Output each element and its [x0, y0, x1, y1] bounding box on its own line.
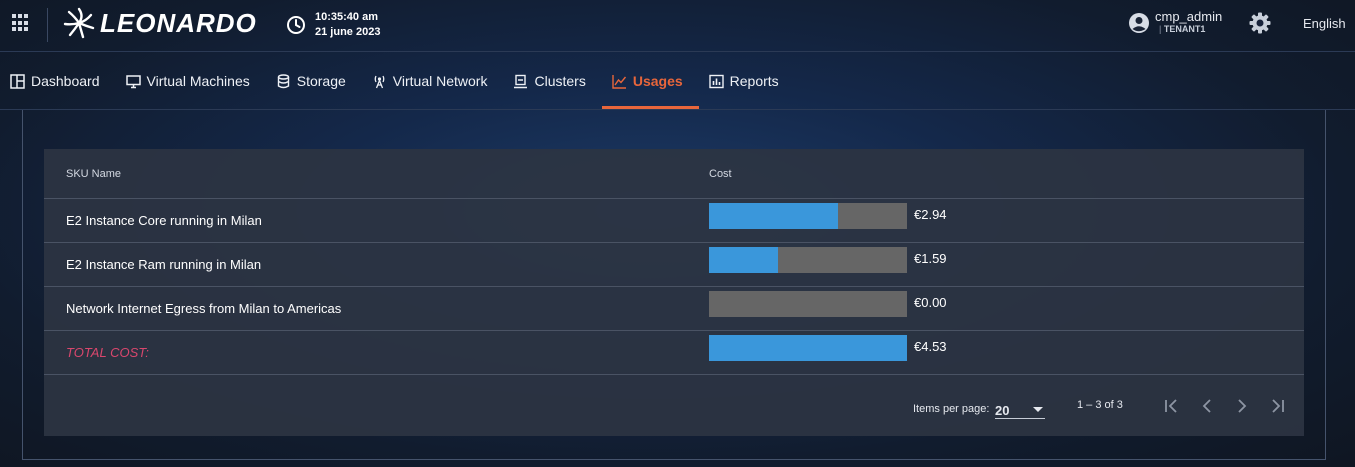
clock-icon — [287, 16, 305, 34]
sku-name-cell: E2 Instance Ram running in Milan — [66, 257, 262, 272]
nav-clusters[interactable]: Clusters — [503, 53, 601, 109]
nav-reports[interactable]: Reports — [699, 53, 795, 109]
nav-clusters-label: Clusters — [534, 73, 586, 89]
nav-storage-label: Storage — [296, 73, 346, 89]
current-date: 21 june 2023 — [315, 26, 381, 38]
first-page-icon — [1165, 399, 1177, 413]
previous-page-button[interactable] — [1196, 395, 1218, 417]
settings-gear-icon[interactable] — [1248, 11, 1272, 35]
chevron-left-icon — [1202, 399, 1211, 413]
table-header: SKU Name Cost — [44, 149, 1304, 199]
chevron-right-icon — [1238, 399, 1247, 413]
nav-storage[interactable]: Storage — [266, 53, 362, 109]
cluster-icon — [514, 74, 528, 88]
first-page-button[interactable] — [1160, 395, 1182, 417]
nav-virtual-network[interactable]: Virtual Network — [362, 53, 504, 109]
dashboard-icon — [10, 73, 25, 89]
nav-usages[interactable]: Usages — [601, 53, 699, 109]
total-cost-label: TOTAL COST: — [66, 345, 149, 360]
nav-dashboard[interactable]: Dashboard — [0, 53, 116, 109]
sku-name-cell: E2 Instance Core running in Milan — [66, 213, 262, 228]
language-selector[interactable]: English — [1303, 16, 1346, 31]
next-page-button[interactable] — [1231, 395, 1253, 417]
dropdown-arrow-icon — [1033, 407, 1043, 412]
column-header-cost[interactable]: Cost — [709, 168, 732, 180]
items-per-page-label: Items per page: — [913, 403, 990, 415]
report-icon — [708, 74, 724, 88]
brand-logo[interactable]: LEONARDO — [62, 6, 257, 40]
total-cost-bar — [709, 335, 907, 361]
monitor-icon — [125, 74, 141, 88]
current-time: 10:35:40 am — [315, 11, 378, 23]
paginator: Items per page: 20 1 – 3 of 3 — [44, 375, 1304, 436]
header-divider — [47, 8, 48, 42]
user-menu[interactable]: cmp_admin TENANT1 — [1128, 10, 1222, 36]
antenna-icon — [374, 75, 385, 88]
table-row: E2 Instance Ram running in Milan €1.59 — [44, 243, 1304, 287]
top-bar: LEONARDO 10:35:40 am 21 june 2023 cmp_ad… — [0, 0, 1355, 52]
apps-grid-icon[interactable] — [12, 14, 30, 32]
page-range-label: 1 – 3 of 3 — [1077, 399, 1123, 411]
total-row: TOTAL COST: €4.53 — [44, 331, 1304, 375]
brand-name: LEONARDO — [100, 7, 257, 38]
sku-name-cell: Network Internet Egress from Milan to Am… — [66, 301, 342, 316]
cost-bar — [709, 291, 907, 317]
clock: 10:35:40 am 21 june 2023 — [286, 10, 380, 40]
nav-virtual-machines-label: Virtual Machines — [146, 73, 250, 89]
cost-bar — [709, 203, 907, 229]
leonardo-logo-icon — [63, 7, 95, 39]
table-row: E2 Instance Core running in Milan €2.94 — [44, 199, 1304, 243]
account-circle-icon — [1129, 13, 1149, 33]
nav-reports-label: Reports — [729, 73, 779, 89]
nav-virtual-machines[interactable]: Virtual Machines — [116, 53, 266, 109]
cost-value: €1.59 — [914, 251, 947, 266]
nav-dashboard-label: Dashboard — [31, 73, 100, 89]
main-nav: Dashboard Virtual Machines Storage Virtu… — [0, 53, 1355, 109]
total-cost-bar-fill — [709, 335, 907, 361]
usages-table-card: SKU Name Cost E2 Instance Core running i… — [44, 149, 1304, 436]
cost-bar-fill — [709, 203, 838, 229]
table-row: Network Internet Egress from Milan to Am… — [44, 287, 1304, 331]
last-page-icon — [1272, 399, 1284, 413]
database-icon — [277, 73, 289, 88]
last-page-button[interactable] — [1267, 395, 1289, 417]
tenant-name: TENANT1 — [1155, 23, 1222, 36]
cost-bar — [709, 247, 907, 273]
nav-usages-label: Usages — [632, 73, 683, 89]
items-per-page-select[interactable]: 20 — [995, 397, 1045, 419]
cost-value: €2.94 — [914, 207, 947, 222]
chart-line-icon — [612, 74, 626, 89]
username: cmp_admin — [1155, 9, 1223, 24]
items-per-page-value: 20 — [995, 403, 1010, 418]
nav-virtual-network-label: Virtual Network — [392, 73, 488, 89]
column-header-sku-name[interactable]: SKU Name — [66, 168, 121, 180]
cost-value: €0.00 — [914, 295, 947, 310]
cost-bar-fill — [709, 247, 779, 273]
total-cost-value: €4.53 — [914, 339, 947, 354]
